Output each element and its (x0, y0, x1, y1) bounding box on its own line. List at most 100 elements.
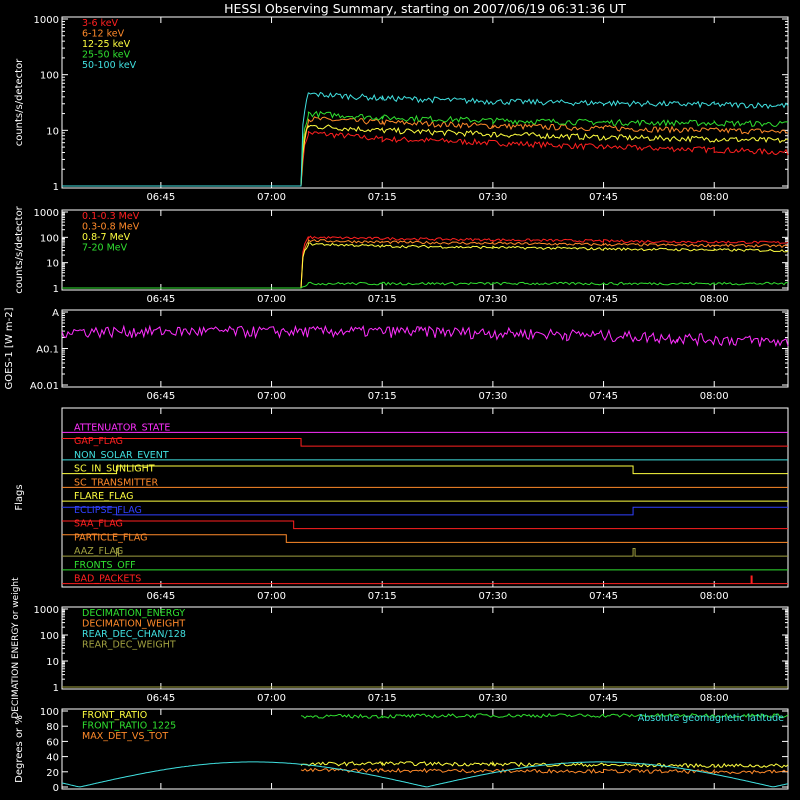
y-tick-label: 1000 (34, 208, 59, 219)
flag-label: GAP_FLAG (74, 436, 123, 447)
panel-4: 06:45 07:00 07:15 07:30 07:45 08:00 Flags ATTEN… (14, 407, 789, 602)
y-tick-label: A0.01 (30, 381, 59, 392)
flag-label: SAA_FLAG (74, 519, 123, 530)
x-tick-label: 07:15 (368, 192, 397, 203)
panel-frame (61, 16, 789, 189)
series-line-4 (62, 281, 789, 289)
flag-label: ATTENUATOR_STATE (74, 422, 170, 433)
series-line-5 (62, 91, 789, 187)
panel-frame (61, 407, 789, 588)
x-tick-label: 07:30 (478, 693, 507, 704)
flag-line-12 (62, 575, 788, 585)
legend-entry: 6-12 keV (82, 29, 125, 40)
legend-entry: DECIMATION_ENERGY (82, 608, 185, 619)
flag-line-9 (62, 534, 788, 543)
flag-label: BAD_PACKETS (74, 574, 141, 585)
y-tick-label: 100 (40, 71, 59, 82)
flag-label: AAZ_FLAG (74, 546, 123, 557)
legend-entry: 0.8-7 MeV (82, 232, 131, 243)
x-tick-label: 07:30 (478, 591, 507, 602)
legend-entry: 7-20 MeV (82, 243, 128, 254)
legend-entry: 3-6 keV (82, 18, 119, 29)
panel-frame (61, 209, 789, 291)
series-line-1 (62, 130, 789, 187)
annotation-label: Absolute geomagnetic latitude (638, 713, 784, 724)
panel-6: Degrees or % 0 20 40 60 80 100 FRONT_RATIOFRONT… (14, 707, 789, 794)
legend-entry: 0.3-0.8 MeV (82, 222, 140, 233)
flag-line-2 (62, 438, 788, 447)
series-line-3 (300, 767, 789, 775)
legend-entry: 12-25 keV (82, 39, 131, 50)
x-tick-label: 06:45 (146, 391, 175, 402)
legend-entry: 25-50 keV (82, 50, 131, 61)
chart-title: HESSI Observing Summary, starting on 200… (224, 1, 626, 16)
y-tick-label: 10 (46, 259, 59, 270)
flag-label: PARTICLE_FLAG (74, 532, 147, 543)
x-tick-label: 07:00 (257, 591, 286, 602)
x-tick-label: 08:00 (700, 693, 729, 704)
x-tick-label: 06:45 (146, 693, 175, 704)
flag-line-10 (62, 548, 788, 557)
series-line-1 (62, 235, 789, 289)
hessi-summary-chart: HESSI Observing Summary, starting on 200… (4, 1, 789, 794)
y-axis-label: counts/s/detector (14, 205, 25, 293)
series-line-3 (62, 242, 789, 289)
legend-entry: REAR_DEC_WEIGHT (82, 640, 176, 651)
legend-entry: FRONT_RATIO_1225 (82, 721, 176, 732)
legend-entry: MAX_DET_VS_TOT (82, 731, 168, 742)
x-tick-label: 08:00 (700, 294, 729, 305)
y-tick-label: A (52, 308, 59, 319)
flag-label: NON_SOLAR_EVENT (74, 450, 169, 461)
y-axis-label: GOES-1 [W m-2] (4, 307, 15, 389)
x-tick-label: 07:15 (368, 391, 397, 402)
y-tick-label: 1 (53, 182, 59, 193)
flag-line-8 (62, 520, 788, 530)
y-tick-label: 100 (40, 631, 59, 642)
x-tick-label: 07:15 (368, 591, 397, 602)
y-tick-label: 100 (40, 233, 59, 244)
x-tick-label: 07:00 (257, 294, 286, 305)
x-tick-label: 07:30 (478, 391, 507, 402)
x-tick-label: 07:00 (257, 391, 286, 402)
y-tick-label: 1 (53, 683, 59, 694)
y-tick-label: 100 (40, 707, 59, 718)
x-tick-label: 06:45 (146, 591, 175, 602)
flag-label: SC_TRANSMITTER (74, 477, 159, 488)
x-tick-label: 07:30 (478, 192, 507, 203)
y-tick-label: 10 (46, 657, 59, 668)
y-tick-label: 80 (46, 722, 59, 733)
flag-label: SC_IN_SUNLIGHT (74, 464, 155, 475)
flag-label: FRONTS_OFF (74, 560, 136, 571)
flag-line-7 (62, 506, 788, 516)
panel-frame (61, 309, 789, 388)
y-axis-label: Flags (14, 484, 25, 510)
x-tick-label: 07:45 (589, 294, 618, 305)
x-tick-label: 06:45 (146, 192, 175, 203)
flag-line-4 (62, 465, 788, 475)
flag-label: FLARE_FLAG (74, 491, 134, 502)
y-axis-label: Degrees or % (14, 715, 25, 783)
x-tick-label: 07:45 (589, 591, 618, 602)
x-tick-label: 07:15 (368, 294, 397, 305)
series-line-3 (62, 124, 789, 187)
x-tick-label: 06:45 (146, 294, 175, 305)
x-tick-label: 08:00 (700, 192, 729, 203)
series-line-2 (62, 238, 789, 289)
y-tick-label: 40 (46, 753, 59, 764)
x-tick-label: 07:00 (257, 693, 286, 704)
legend-entry: DECIMATION_WEIGHT (82, 619, 185, 630)
x-tick-label: 07:15 (368, 693, 397, 704)
panel-5: 06:45 07:00 07:15 07:30 07:45 08:00 DECIMATION… (11, 577, 789, 719)
x-tick-label: 07:30 (478, 294, 507, 305)
legend-entry: 0.1-0.3 MeV (82, 211, 140, 222)
y-axis-label: DECIMATION ENERGY or weight (11, 577, 21, 719)
y-tick-label: A0.1 (36, 345, 59, 356)
y-tick-label: 1 (53, 284, 59, 295)
flag-label: ECLIPSE_FLAG (74, 505, 142, 516)
x-tick-label: 07:00 (257, 192, 286, 203)
y-tick-label: 1000 (34, 15, 59, 26)
y-tick-label: 20 (46, 768, 59, 779)
y-tick-label: 1000 (34, 605, 59, 616)
y-tick-label: 0 (53, 783, 59, 794)
series-line-2 (62, 116, 789, 187)
